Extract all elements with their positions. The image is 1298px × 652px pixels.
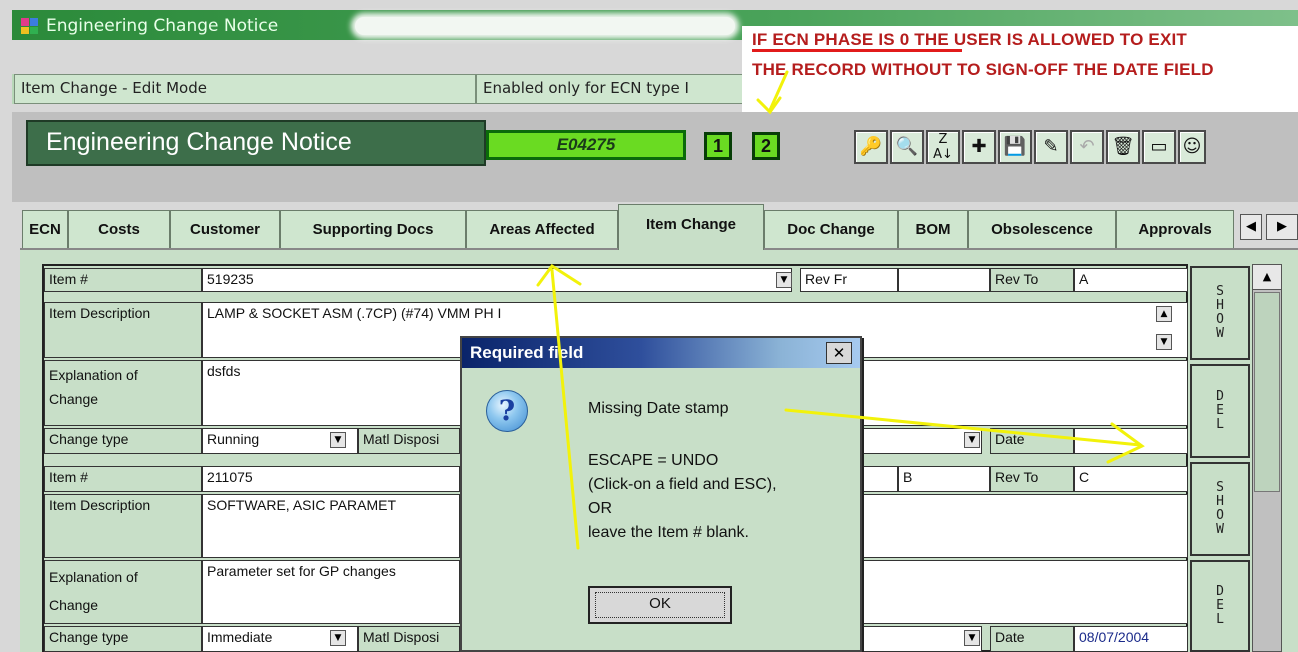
tab-supporting-docs[interactable]: Supporting Docs <box>280 210 466 248</box>
rev-from-field[interactable]: B <box>898 466 990 492</box>
chevron-down-icon[interactable]: ▼ <box>964 630 980 646</box>
explanation-label-line1: Explanation of <box>49 569 138 585</box>
rev-to-label: Rev To <box>990 466 1074 492</box>
show-button-label: SHOW <box>1216 284 1224 341</box>
annotation-line-1: IF ECN PHASE IS 0 THE USER IS ALLOWED TO… <box>752 30 1187 49</box>
redacted-title-area <box>355 17 735 35</box>
show-button[interactable]: SHOW <box>1190 462 1250 556</box>
chevron-down-icon[interactable]: ▼ <box>330 630 346 646</box>
ok-button-label: OK <box>595 592 725 618</box>
item-description-field-right[interactable] <box>862 494 1188 558</box>
delete-button[interactable]: DEL <box>1190 364 1250 458</box>
trash-icon[interactable]: 🗑 <box>1106 130 1140 164</box>
scrollbar-thumb[interactable] <box>1254 292 1280 492</box>
rev-to-field[interactable]: A <box>1074 268 1188 292</box>
rev-to-label: Rev To <box>990 268 1074 292</box>
rev-from-label-partial <box>862 466 898 492</box>
rev-to-field[interactable]: C <box>1074 466 1188 492</box>
dialog-message-line2: ESCAPE = UNDO <box>588 452 719 469</box>
chevron-down-icon[interactable]: ▼ <box>964 432 980 448</box>
change-type-label: Change type <box>44 428 202 454</box>
edit-pencil-icon[interactable]: ✎ <box>1034 130 1068 164</box>
dialog-message-line3: (Click-on a field and ESC), <box>588 476 777 493</box>
rev-from-field[interactable] <box>898 268 990 292</box>
tab-bom[interactable]: BOM <box>898 210 968 248</box>
tab-costs[interactable]: Costs <box>68 210 170 248</box>
item-description-label: Item Description <box>44 494 202 558</box>
tab-areas-affected[interactable]: Areas Affected <box>466 210 618 248</box>
edit-mode-status: Item Change - Edit Mode <box>14 74 476 104</box>
change-type-label: Change type <box>44 626 202 652</box>
question-icon: ? <box>486 390 528 432</box>
chevron-down-icon[interactable]: ▼ <box>776 272 792 288</box>
show-button-label: SHOW <box>1216 480 1224 537</box>
show-button[interactable]: SHOW <box>1190 266 1250 360</box>
tab-scroll-left-icon[interactable]: ◀ <box>1240 214 1262 240</box>
tab-doc-change[interactable]: Doc Change <box>764 210 898 248</box>
phase-2-indicator[interactable]: 2 <box>752 132 780 160</box>
binoculars-icon[interactable]: 🔍 <box>890 130 924 164</box>
rev-from-label: Rev Fr <box>800 268 898 292</box>
dialog-title: Required field <box>462 338 860 368</box>
dialog-message-line1: Missing Date stamp <box>588 400 729 417</box>
tab-approvals[interactable]: Approvals <box>1116 210 1234 248</box>
matl-disposition-label: Matl Disposi <box>358 626 460 652</box>
item-description-label: Item Description <box>44 302 202 358</box>
scroll-up-icon[interactable]: ▲ <box>1156 306 1172 322</box>
close-icon[interactable]: ✕ <box>826 342 852 364</box>
dialog-message-line4: OR <box>588 500 612 517</box>
key-icon[interactable]: 🔑 <box>854 130 888 164</box>
date-label: Date <box>990 626 1074 652</box>
ecn-number-field: E04275 <box>486 130 686 160</box>
item-description-field[interactable]: SOFTWARE, ASIC PARAMET <box>202 494 460 558</box>
add-record-icon[interactable]: ✚ <box>962 130 996 164</box>
sort-az-icon[interactable]: Z A↓ <box>926 130 960 164</box>
ok-button[interactable]: OK <box>588 586 732 624</box>
explanation-label-line2: Change <box>49 597 99 613</box>
page-title: Engineering Change Notice <box>46 128 352 156</box>
matl-disposition-label: Matl Disposi <box>358 428 460 454</box>
item-number-label: Item # <box>44 466 202 492</box>
explanation-field[interactable]: Parameter set for GP changes <box>202 560 460 624</box>
annotation-line-2: THE RECORD WITHOUT TO SIGN-OFF THE DATE … <box>752 60 1214 79</box>
date-label: Date <box>990 428 1074 454</box>
delete-button-label: DEL <box>1216 584 1224 627</box>
item-number-label: Item # <box>44 268 202 292</box>
app-icon <box>20 16 40 36</box>
tab-obsolescence[interactable]: Obsolescence <box>968 210 1116 248</box>
phase-1-indicator[interactable]: 1 <box>704 132 732 160</box>
date-field-empty[interactable] <box>1074 428 1188 454</box>
smiley-icon[interactable]: ☺ <box>1178 130 1206 164</box>
ecn-type-status: Enabled only for ECN type I <box>476 74 748 104</box>
explanation-field-right[interactable] <box>862 560 1188 624</box>
explanation-label: Explanation of Change <box>44 360 202 426</box>
explanation-label: Explanation of Change <box>44 560 202 624</box>
tab-ecn[interactable]: ECN <box>22 210 68 248</box>
tab-scroll-right-icon[interactable]: ▶ <box>1266 214 1298 240</box>
window-title: Engineering Change Notice <box>46 16 279 36</box>
explanation-label-line1: Explanation of <box>49 367 138 383</box>
dialog-message-line5: leave the Item # blank. <box>588 524 749 541</box>
date-field[interactable]: 08/07/2004 <box>1074 626 1188 652</box>
undo-icon[interactable]: ↶ <box>1070 130 1104 164</box>
tab-item-change[interactable]: Item Change <box>618 204 764 250</box>
scroll-up-icon[interactable]: ▲ <box>1252 264 1282 290</box>
item-number-field[interactable]: 519235 <box>202 268 792 292</box>
delete-button-label: DEL <box>1216 389 1224 432</box>
window-icon[interactable]: ▭ <box>1142 130 1176 164</box>
save-edit-icon[interactable]: 💾 <box>998 130 1032 164</box>
scroll-down-icon[interactable]: ▼ <box>1156 334 1172 350</box>
explanation-label-line2: Change <box>49 391 99 407</box>
item-number-field[interactable]: 211075 <box>202 466 460 492</box>
annotation-underline <box>752 49 962 52</box>
chevron-down-icon[interactable]: ▼ <box>330 432 346 448</box>
delete-button[interactable]: DEL <box>1190 560 1250 652</box>
tab-customer[interactable]: Customer <box>170 210 280 248</box>
